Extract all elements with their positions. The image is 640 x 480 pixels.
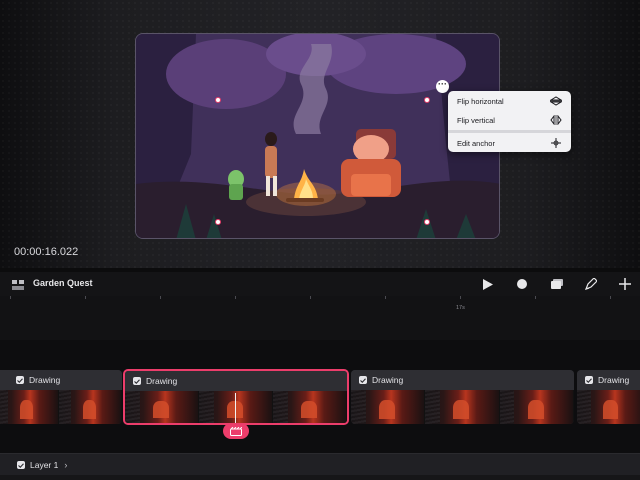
flip-horizontal-icon [550,96,562,106]
menu-item-flip-vertical[interactable]: Flip vertical [448,111,571,129]
clip-header: Drawing [577,370,640,390]
ruler-tick [85,296,86,299]
transform-handle-top-right[interactable] [424,97,430,103]
clip-label: Drawing [598,375,630,385]
menu-item-label: Edit anchor [457,138,495,148]
frame-thumbnail [577,390,640,424]
frame-thumbnail [499,390,574,424]
draw-icon[interactable] [583,276,599,292]
ruler-tick [310,296,311,299]
project-title: Garden Quest [33,278,93,288]
clip[interactable]: Drawing [351,370,574,424]
clip[interactable]: Drawing [0,370,122,424]
transform-handle-bottom-right[interactable] [424,219,430,225]
campfire-illustration [136,34,499,238]
add-icon[interactable] [617,276,633,292]
ruler-tick [535,296,536,299]
visibility-checkbox[interactable] [585,376,593,384]
layer-label: Layer 1 [30,460,59,470]
artwork-frame[interactable] [135,33,500,239]
app-window: ··· 00:00:16.022 Flip horizontal Flip ve… [0,0,640,480]
layers-icon[interactable] [549,276,565,292]
chevron-right-icon[interactable]: › [64,460,67,470]
clip-header: Drawing [125,371,347,391]
frame-thumbnail [425,390,500,424]
move-anchor-icon [550,138,562,148]
layer-visibility-checkbox[interactable] [17,461,25,469]
layer-row[interactable]: Layer 1 › [0,453,640,475]
ruler-tick [160,296,161,299]
frame-thumbnail [199,391,273,423]
clip-badge[interactable] [223,423,249,439]
clip-thumbnails [125,391,347,423]
flip-vertical-icon [550,115,562,125]
timeline-toolbar [0,272,640,296]
bottom-strip [0,475,640,480]
ruler-tick [10,296,11,299]
frame-thumbnail [0,390,59,424]
frame-thumbnail [351,390,426,424]
more-icon: ··· [438,79,447,89]
frame-thumbnail [59,390,122,424]
ruler-tick [235,296,236,299]
clip-label: Drawing [146,376,178,386]
ruler-tick [610,296,611,299]
timecode: 00:00:16.022 [14,246,79,258]
menu-item-label: Flip horizontal [457,96,504,106]
clip-thumbnails [0,390,122,424]
ruler-tick [460,296,461,299]
visibility-checkbox[interactable] [359,376,367,384]
ruler-time-label: 17s [456,305,465,311]
visibility-checkbox[interactable] [16,376,24,384]
menu-item-edit-anchor[interactable]: Edit anchor [448,134,571,152]
menu-item-flip-horizontal[interactable]: Flip horizontal [448,92,571,110]
playhead[interactable] [235,393,236,423]
record-icon[interactable] [514,276,530,292]
clip-label: Drawing [372,375,404,385]
visibility-checkbox[interactable] [133,377,141,385]
clip-label: Drawing [29,375,61,385]
clip-thumbnails [577,390,640,424]
layout-icon[interactable] [10,277,26,293]
frame-thumbnail [273,391,347,423]
frame-thumbnail [125,391,199,423]
clip[interactable]: Drawing [577,370,640,424]
play-icon[interactable] [480,276,496,292]
clip-header: Drawing [0,370,122,390]
timeline-ruler[interactable] [0,296,640,340]
transform-handle-top-left[interactable] [215,97,221,103]
film-clip-icon [230,426,242,436]
clip-thumbnails [351,390,574,424]
menu-separator [448,130,571,133]
context-menu: Flip horizontal Flip vertical Edit ancho… [448,91,571,152]
transform-handle-bottom-left[interactable] [215,219,221,225]
menu-item-label: Flip vertical [457,115,495,125]
clip-header: Drawing [351,370,574,390]
ruler-tick [385,296,386,299]
clip-selected[interactable]: Drawing [123,369,349,425]
